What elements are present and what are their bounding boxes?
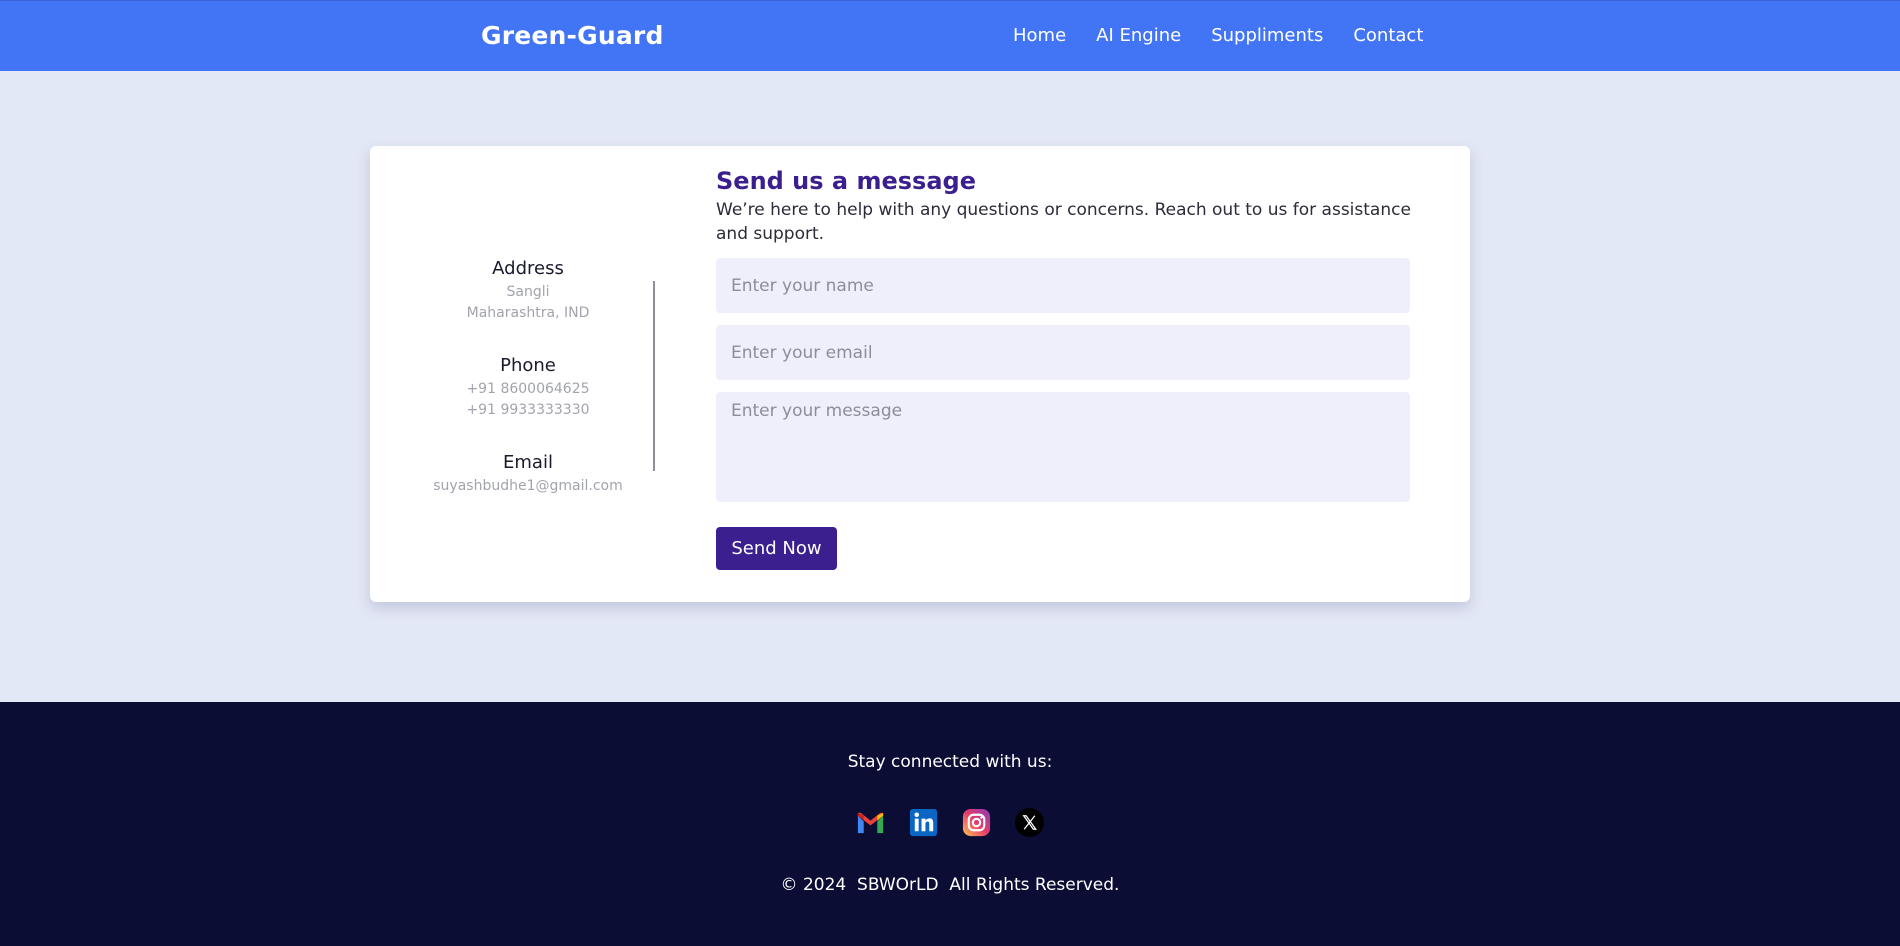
phone-title: Phone [500,355,556,376]
form-title: Send us a message [716,167,976,195]
gmail-icon[interactable] [855,807,886,838]
email-block: Email suyashbudhe1@gmail.com [370,450,686,547]
footer: Stay connected with us: © 2024 SBWOrLD A… [0,702,1900,946]
navbar: Green-Guard Home AI Engine Suppliments C… [0,0,1900,71]
nav-link-suppliments[interactable]: Suppliments [1211,25,1323,46]
phone-number: +91 8600064625 [466,381,590,397]
email-input[interactable] [716,325,1410,380]
address-line: Maharashtra, IND [466,305,590,321]
send-now-button[interactable]: Send Now [716,527,837,570]
linkedin-icon[interactable] [908,807,939,838]
phone-number: +91 9933333330 [466,402,590,418]
form-description: We’re here to help with any questions or… [716,200,1411,244]
nav-link-contact[interactable]: Contact [1353,25,1423,46]
address-block: Address Sangli Maharashtra, IND [370,256,686,353]
email-title: Email [503,452,553,473]
nav-link-home[interactable]: Home [1013,25,1066,46]
instagram-icon[interactable] [961,807,992,838]
footer-heading: Stay connected with us: [847,752,1053,772]
message-form: Send us a message We’re here to help wit… [716,166,1411,570]
message-textarea[interactable] [716,392,1410,502]
x-icon[interactable] [1014,807,1045,838]
copyright-text: © 2024 SBWOrLD All Rights Reserved. [780,875,1120,895]
social-links [855,807,1045,838]
contact-info: Address Sangli Maharashtra, IND Phone +9… [370,256,686,547]
nav-links: Home AI Engine Suppliments Contact [1013,25,1423,46]
contact-card: Address Sangli Maharashtra, IND Phone +9… [370,146,1470,602]
nav-link-ai-engine[interactable]: AI Engine [1096,25,1181,46]
email-address: suyashbudhe1@gmail.com [433,478,623,494]
name-input[interactable] [716,258,1410,313]
phone-block: Phone +91 8600064625 +91 9933333330 [370,353,686,450]
vertical-divider [653,281,655,471]
address-line: Sangli [506,284,550,300]
brand-logo[interactable]: Green-Guard [481,21,664,50]
address-title: Address [492,258,564,279]
